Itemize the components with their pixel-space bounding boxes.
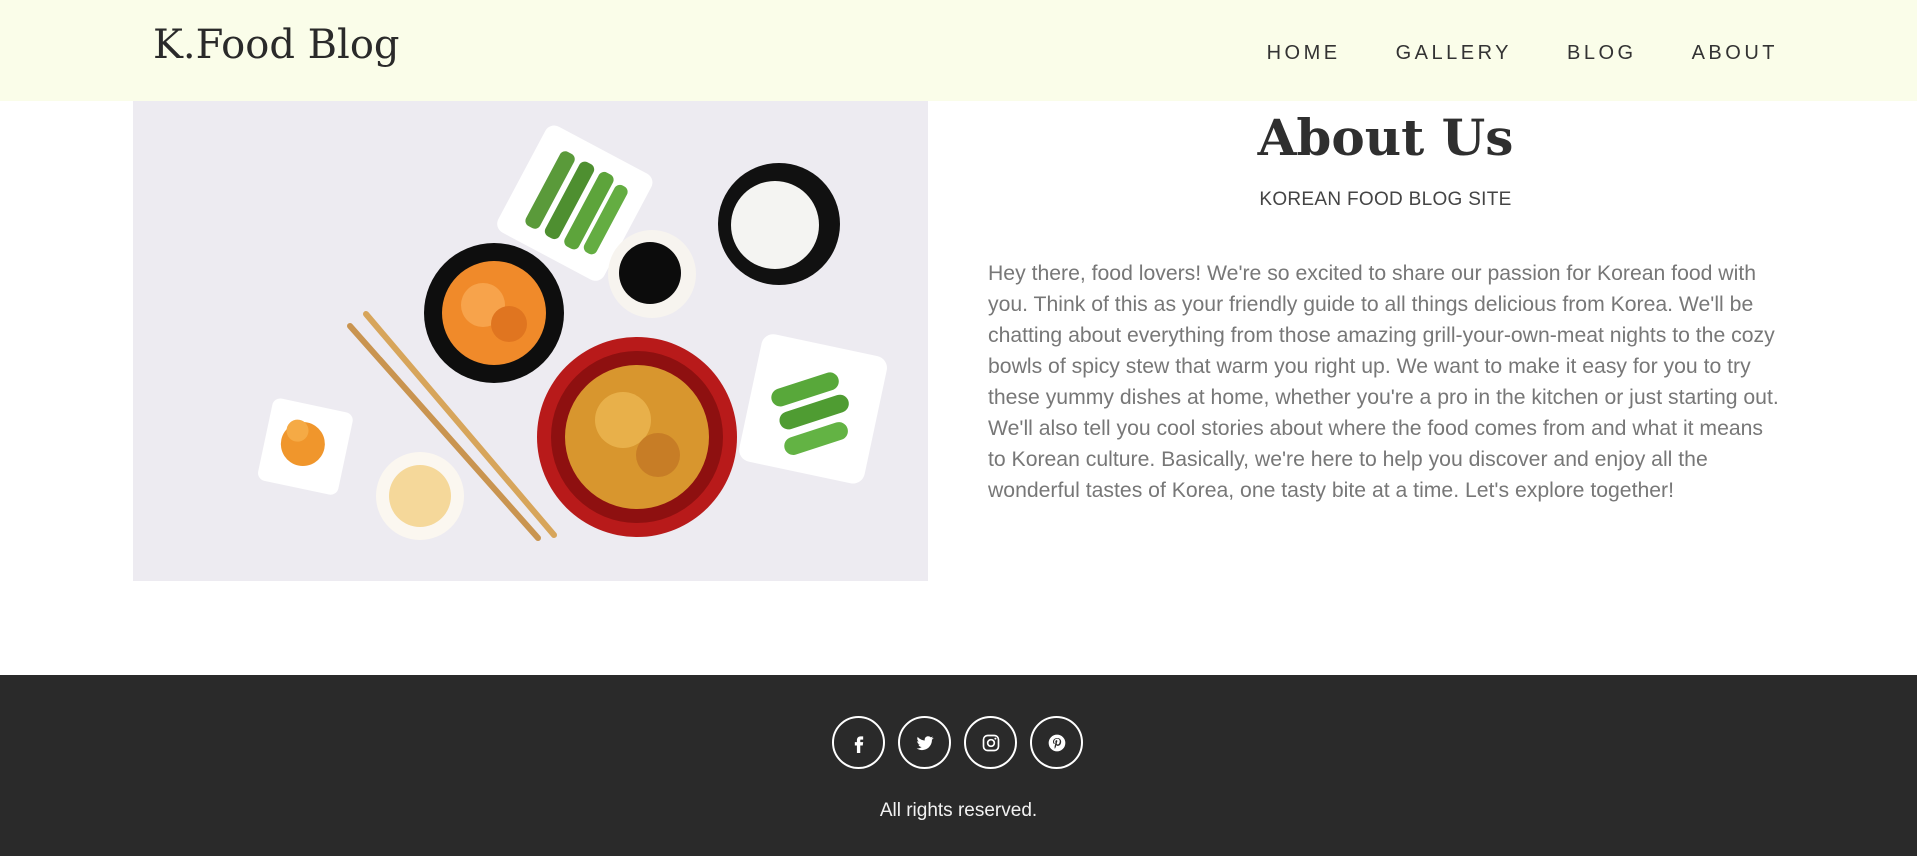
copyright-text: All rights reserved. <box>879 800 1038 821</box>
about-title: About Us <box>1257 108 1514 167</box>
pinterest-icon <box>1048 734 1065 751</box>
site-logo[interactable]: K.Food Blog <box>153 22 400 68</box>
twitter-icon <box>916 735 934 750</box>
facebook-icon <box>854 735 863 753</box>
nav-home[interactable]: HOME <box>1267 42 1341 65</box>
nav-gallery[interactable]: GALLERY <box>1396 42 1512 65</box>
about-subtitle: KOREAN FOOD BLOG SITE <box>1259 189 1512 210</box>
pinterest-link[interactable] <box>1030 716 1083 769</box>
hero-food-image <box>133 60 928 581</box>
twitter-link[interactable] <box>898 716 951 769</box>
instagram-icon <box>982 734 999 751</box>
about-description: Hey there, food lovers! We're so excited… <box>988 262 1779 502</box>
nav-blog[interactable]: BLOG <box>1567 42 1637 65</box>
facebook-link[interactable] <box>832 716 885 769</box>
main-nav: HOME GALLERY BLOG ABOUT <box>1267 42 1778 65</box>
korean-food-table-photo <box>133 60 928 581</box>
instagram-link[interactable] <box>964 716 1017 769</box>
site-header: K.Food Blog HOME GALLERY BLOG ABOUT <box>0 0 1917 101</box>
social-links <box>832 716 1083 769</box>
nav-about[interactable]: ABOUT <box>1692 42 1778 65</box>
